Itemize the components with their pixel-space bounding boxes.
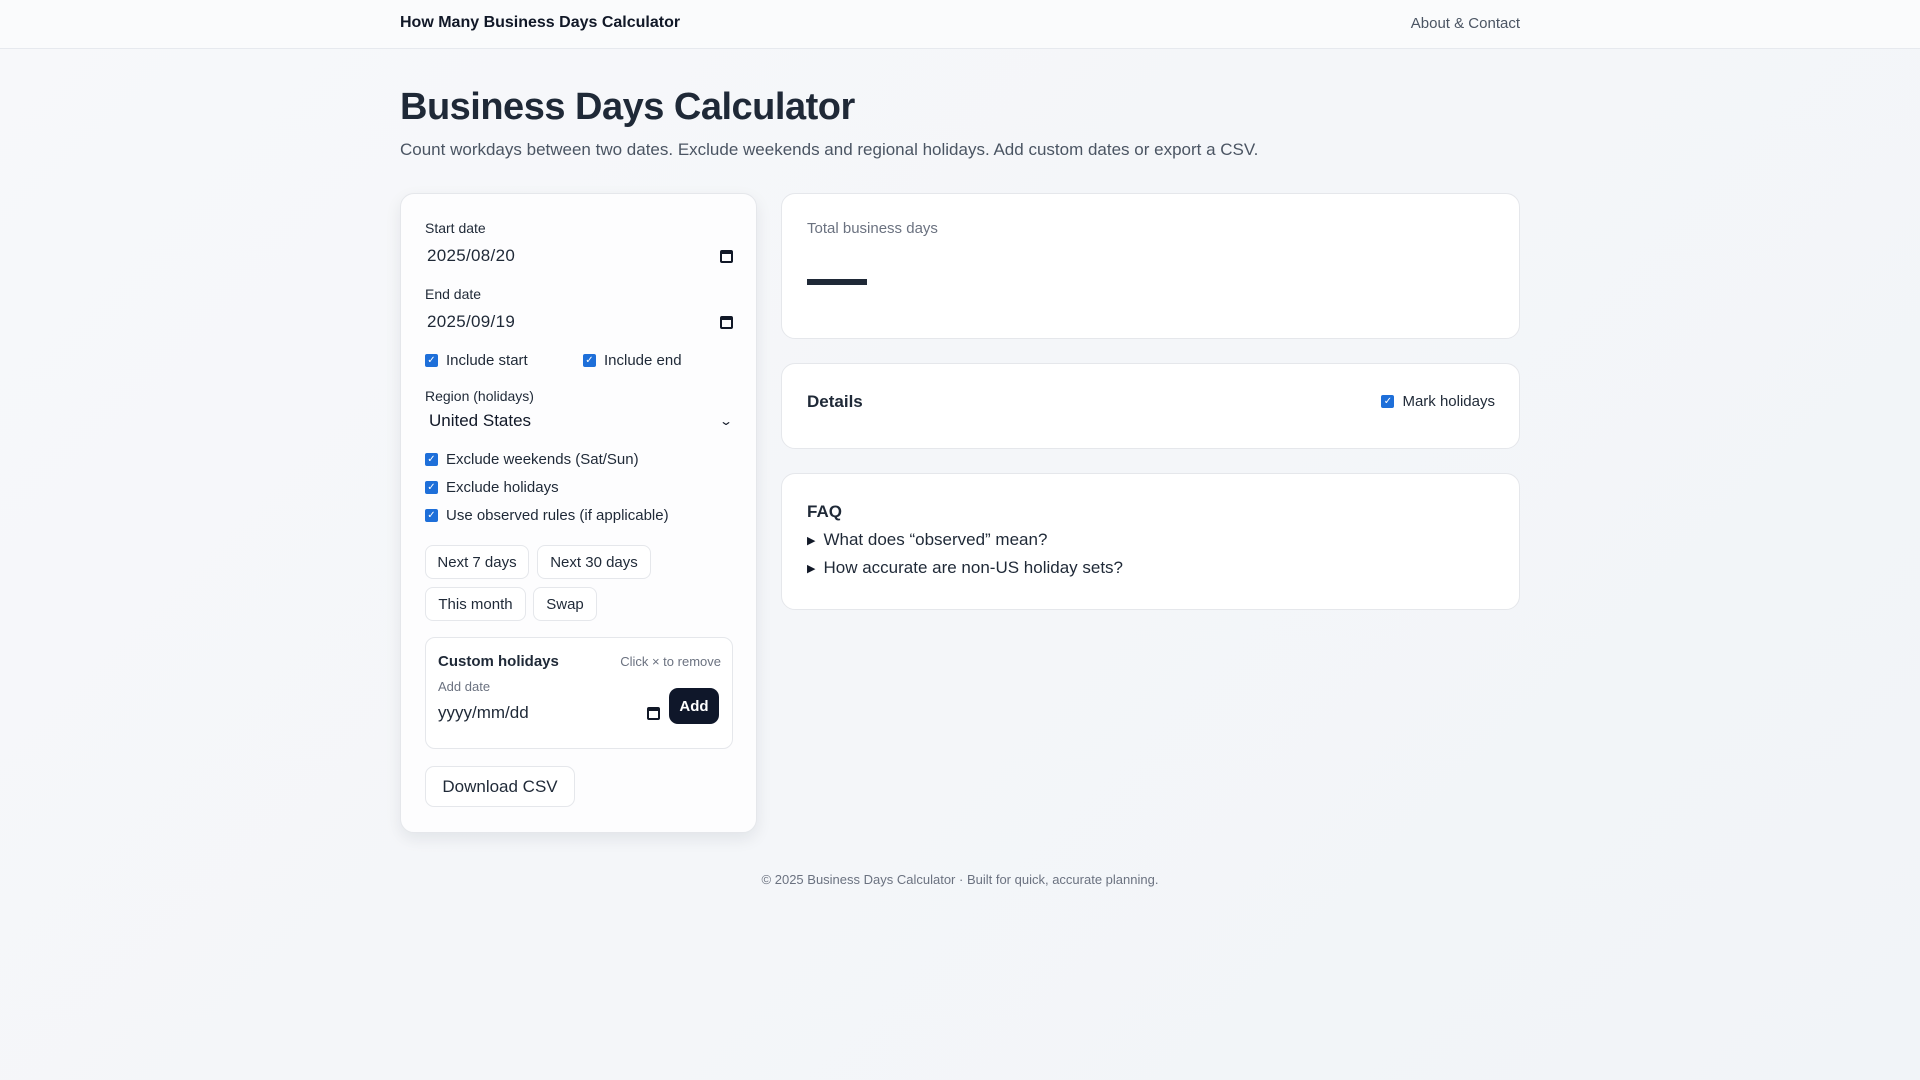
custom-holiday-date-input[interactable]: yyyy/mm/dd (438, 700, 660, 726)
exclude-holidays-label: Exclude holidays (446, 479, 559, 496)
checkbox-checked-icon[interactable]: ✓ (425, 453, 438, 466)
add-holiday-button[interactable]: Add (669, 688, 719, 724)
about-contact-link[interactable]: About & Contact (1411, 15, 1520, 32)
region-label: Region (holidays) (425, 388, 534, 404)
exclude-holidays-checkbox[interactable]: ✓ Exclude holidays (425, 479, 559, 496)
custom-holidays-hint: Click × to remove (620, 654, 721, 669)
checkbox-checked-icon[interactable]: ✓ (425, 481, 438, 494)
calendar-icon[interactable] (720, 249, 733, 263)
checkbox-checked-icon[interactable]: ✓ (583, 354, 596, 367)
faq-question: What does “observed” mean? (823, 530, 1048, 549)
faq-title: FAQ (807, 502, 842, 521)
faq-question: How accurate are non-US holiday sets? (823, 558, 1124, 577)
triangle-right-icon: ▶ (807, 534, 816, 547)
mark-holidays-checkbox[interactable]: ✓ Mark holidays (1381, 393, 1495, 410)
calendar-icon[interactable] (720, 315, 733, 329)
footer-text: © 2025 Business Days Calculator · Built … (761, 872, 1159, 887)
end-date-label: End date (425, 286, 482, 302)
page-subtitle: Count workdays between two dates. Exclud… (400, 140, 1259, 159)
end-date-value: 2025/09/19 (427, 312, 516, 331)
calendar-icon[interactable] (647, 706, 660, 720)
start-date-input[interactable]: 2025/08/20 (425, 241, 735, 271)
mark-holidays-label: Mark holidays (1402, 393, 1495, 410)
checkbox-checked-icon[interactable]: ✓ (425, 354, 438, 367)
next-7-days-button[interactable]: Next 7 days (425, 545, 529, 579)
custom-holidays-title: Custom holidays (438, 653, 559, 670)
region-value: United States (429, 411, 532, 430)
include-end-label: Include end (604, 352, 682, 369)
region-select[interactable]: United States ⌄ (425, 407, 735, 435)
faq-item[interactable]: ▶ What does “observed” mean? (807, 530, 1047, 550)
custom-holiday-date-placeholder: yyyy/mm/dd (438, 703, 529, 722)
custom-holidays-panel: Custom holidays Click × to remove Add da… (425, 637, 733, 749)
site-brand[interactable]: How Many Business Days Calculator (400, 14, 680, 32)
top-bar: How Many Business Days Calculator About … (0, 0, 1920, 49)
checkbox-checked-icon[interactable]: ✓ (1381, 395, 1395, 408)
observed-rules-checkbox[interactable]: ✓ Use observed rules (if applicable) (425, 507, 669, 524)
exclude-weekends-checkbox[interactable]: ✓ Exclude weekends (Sat/Sun) (425, 451, 639, 468)
add-date-label: Add date (438, 679, 491, 694)
total-value-placeholder (807, 279, 867, 285)
include-start-checkbox[interactable]: ✓ Include start (425, 352, 528, 369)
faq-card: FAQ ▶ What does “observed” mean? ▶ How a… (781, 473, 1520, 610)
chevron-down-icon: ⌄ (718, 414, 734, 428)
download-csv-button[interactable]: Download CSV (425, 766, 575, 807)
start-date-label: Start date (425, 220, 486, 236)
checkbox-checked-icon[interactable]: ✓ (425, 509, 438, 522)
triangle-right-icon: ▶ (807, 562, 816, 575)
calculator-form-card: Start date 2025/08/20 End date 2025/09/1… (400, 193, 757, 833)
observed-rules-label: Use observed rules (if applicable) (446, 507, 669, 524)
page-title: Business Days Calculator (400, 86, 855, 128)
next-30-days-button[interactable]: Next 30 days (537, 545, 651, 579)
exclude-weekends-label: Exclude weekends (Sat/Sun) (446, 451, 639, 468)
include-start-label: Include start (446, 352, 528, 369)
this-month-button[interactable]: This month (425, 587, 526, 621)
end-date-input[interactable]: 2025/09/19 (425, 307, 735, 337)
start-date-value: 2025/08/20 (427, 246, 516, 265)
faq-item[interactable]: ▶ How accurate are non-US holiday sets? (807, 558, 1123, 578)
details-title: Details (807, 392, 863, 411)
include-end-checkbox[interactable]: ✓ Include end (583, 352, 682, 369)
details-card: Details ✓ Mark holidays (781, 363, 1520, 449)
total-business-days-card: Total business days (781, 193, 1520, 339)
swap-button[interactable]: Swap (533, 587, 597, 621)
total-business-days-label: Total business days (807, 220, 938, 237)
